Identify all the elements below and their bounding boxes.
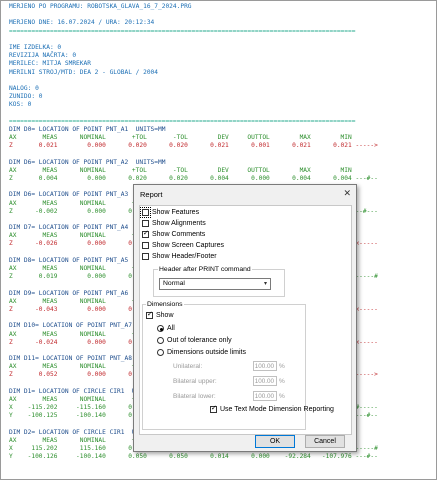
- report-line: MERJENO PO PROGRAMU: ROBOTSKA_GLAVA_16_7…: [9, 3, 192, 10]
- radio-out-of-tolerance[interactable]: Out of tolerance only: [157, 337, 232, 344]
- checkbox-label: Show Comments: [152, 231, 206, 238]
- checkbox-label: Use Text Mode Dimension Reporting: [220, 406, 334, 413]
- report-line: REVIZIJA NAČRTA: 0: [9, 52, 77, 60]
- report-line: MERILEC: MITJA SMREKAR: [9, 60, 91, 68]
- dialog-title: Report: [140, 190, 163, 199]
- report-line: ========================================…: [9, 117, 356, 125]
- report-line: IME IZDELKA: 0: [9, 43, 62, 51]
- chevron-down-icon: ▾: [263, 281, 267, 287]
- show-comments-checkbox[interactable]: Show Comments: [142, 229, 206, 238]
- bilateral-lower-label: Bilateral lower:: [173, 393, 216, 400]
- radio-button[interactable]: [157, 337, 164, 344]
- radio-outside-limits[interactable]: Dimensions outside limits: [157, 349, 246, 356]
- radio-button[interactable]: [157, 349, 164, 356]
- report-line: ========================================…: [9, 27, 356, 35]
- report-line: KOS: 0: [9, 101, 32, 109]
- report-line: [9, 150, 436, 158]
- show-dimensions-checkbox[interactable]: Show: [146, 310, 174, 319]
- radio-label: All: [167, 325, 175, 332]
- cancel-button[interactable]: Cancel: [305, 435, 345, 448]
- radio-all[interactable]: All: [157, 325, 175, 332]
- checkbox-box[interactable]: [142, 229, 149, 238]
- report-line: Z 0.021 0.000 0.020 0.020 0.021 0.001 0.…: [9, 142, 378, 150]
- report-line: [9, 36, 436, 44]
- ok-button[interactable]: OK: [255, 435, 295, 448]
- text-mode-checkbox[interactable]: Use Text Mode Dimension Reporting: [210, 404, 334, 413]
- radio-label: Out of tolerance only: [167, 337, 232, 344]
- report-line: [9, 11, 436, 19]
- report-line: [9, 77, 436, 85]
- checkbox-box[interactable]: [140, 207, 151, 218]
- report-line: AX MEAS NOMINAL +TOL -TOL DEV OUTTOL MAX…: [9, 134, 352, 141]
- report-line: MERILNI STROJ/MTD: DEA 2 - GLOBAL / 2004: [9, 68, 159, 76]
- show-header-footer-checkbox[interactable]: Show Header/Footer: [142, 253, 217, 260]
- unilateral-input[interactable]: 100.00: [253, 361, 277, 371]
- radio-label: Dimensions outside limits: [167, 349, 246, 356]
- radio-button[interactable]: [157, 325, 164, 332]
- report-line: Y -100.126 -100.140 0.050 0.050 0.014 0.…: [9, 453, 378, 461]
- report-dialog: Report ✕ Show Features Show Alignments S…: [133, 184, 357, 452]
- dimensions-group-title: Dimensions: [146, 301, 184, 308]
- checkbox-label: Show Screen Captures: [152, 242, 224, 249]
- report-line: DIM D0= LOCATION OF POINT PNT_A1 UNITS=M…: [9, 125, 166, 133]
- checkbox-box[interactable]: [146, 310, 153, 319]
- checkbox-label: Show: [156, 312, 174, 319]
- checkbox-label: Show Header/Footer: [152, 253, 217, 260]
- report-line: MERJENO DNE: 16.07.2024 / URA: 20:12:34: [9, 19, 155, 27]
- checkbox-box[interactable]: [142, 253, 149, 260]
- show-features-checkbox[interactable]: Show Features: [140, 207, 200, 218]
- show-screen-captures-checkbox[interactable]: Show Screen Captures: [142, 242, 224, 249]
- checkbox-box[interactable]: [142, 220, 149, 227]
- checkbox-label: Show Features: [152, 209, 200, 216]
- dialog-pane: Show Features Show Alignments Show Comme…: [139, 205, 352, 435]
- show-alignments-checkbox[interactable]: Show Alignments: [142, 220, 206, 227]
- unilateral-unit: %: [279, 363, 285, 370]
- checkbox-box[interactable]: [210, 404, 217, 413]
- bilateral-upper-input[interactable]: 100.00: [253, 376, 277, 386]
- report-line: ZUNIDO: 0: [9, 93, 43, 101]
- report-line: [9, 109, 436, 117]
- unilateral-label: Unilateral:: [173, 363, 203, 370]
- header-select[interactable]: Normal ▾: [159, 278, 271, 290]
- report-line: NALOG: 0: [9, 84, 39, 92]
- report-line: Z 0.004 0.000 0.020 0.020 0.004 0.000 0.…: [9, 174, 378, 182]
- close-icon[interactable]: ✕: [343, 188, 351, 199]
- report-line: AX MEAS NOMINAL +TOL -TOL DEV OUTTOL MAX…: [9, 166, 352, 174]
- report-line: DIM D6= LOCATION OF POINT PNT_A2 UNITS=M…: [9, 158, 166, 166]
- bilateral-lower-unit: %: [279, 393, 285, 400]
- checkbox-label: Show Alignments: [152, 220, 206, 227]
- bilateral-upper-label: Bilateral upper:: [173, 378, 217, 385]
- bilateral-upper-unit: %: [279, 378, 285, 385]
- header-select-value: Normal: [163, 280, 185, 287]
- bilateral-lower-input[interactable]: 100.00: [253, 391, 277, 401]
- checkbox-box[interactable]: [142, 242, 149, 249]
- header-group-title: Header after PRINT command: [158, 266, 252, 273]
